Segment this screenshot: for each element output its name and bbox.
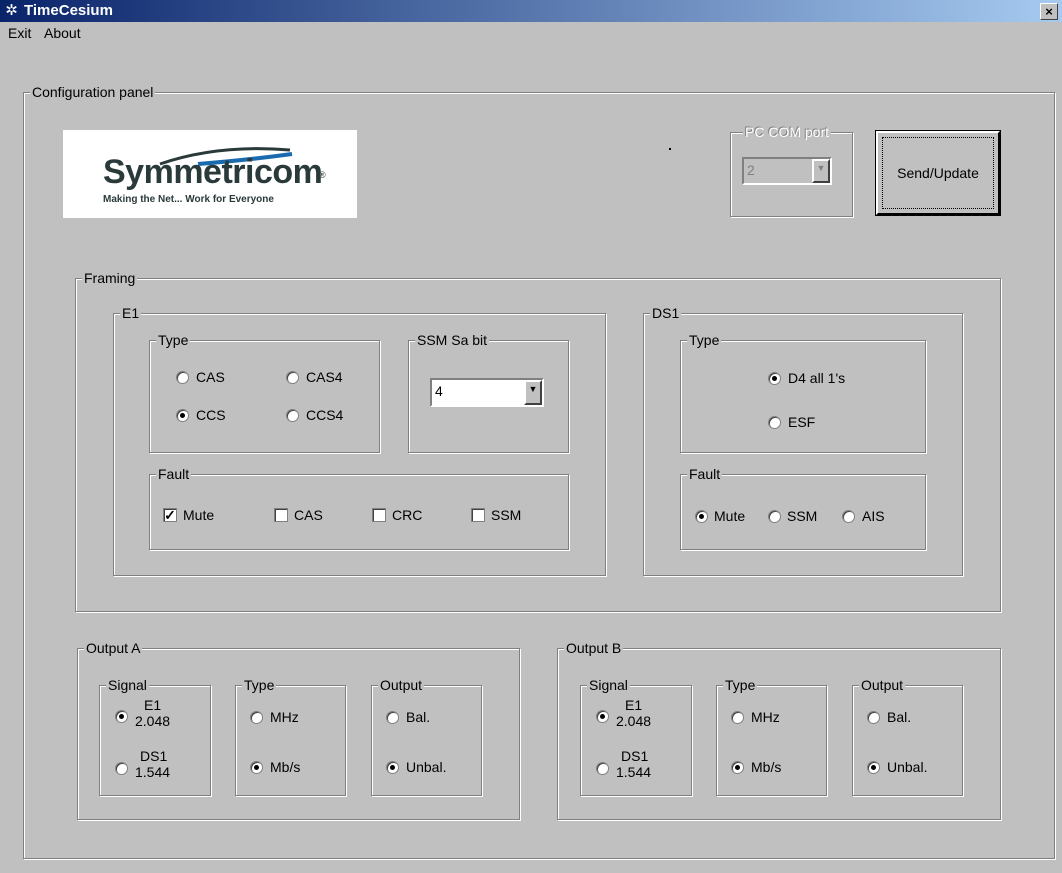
- output-b-output-group: Output: [852, 676, 963, 796]
- framing-label: Framing: [82, 269, 138, 287]
- registered-mark: ®: [319, 170, 326, 180]
- e1-type-ccs4-radio[interactable]: [286, 409, 299, 422]
- output-a-type-mbs-radio[interactable]: [250, 761, 263, 774]
- ds1-fault-ais-radio[interactable]: [842, 510, 855, 523]
- ds1-type-label: Type: [687, 331, 722, 349]
- configuration-panel-label: Configuration panel: [30, 83, 156, 101]
- e1-type-cas-label: CAS: [196, 369, 225, 385]
- output-a-type-label: Type: [242, 676, 277, 694]
- output-b-output-unbal-label: Unbal.: [887, 759, 928, 775]
- output-a-signal-ds1-radio[interactable]: [115, 762, 128, 775]
- send-update-label: Send/Update: [882, 137, 994, 209]
- output-b-signal-ds1-top: DS1: [621, 748, 649, 764]
- output-b-type-label: Type: [723, 676, 758, 694]
- output-b-output-label: Output: [859, 676, 906, 694]
- com-port-select[interactable]: 2 ▼: [742, 157, 832, 185]
- e1-type-label: Type: [156, 331, 191, 349]
- ds1-fault-label: Fault: [687, 465, 723, 483]
- output-b-type-group: Type: [716, 676, 827, 796]
- e1-type-ccs-radio[interactable]: [176, 409, 189, 422]
- output-a-label: Output A: [84, 639, 143, 657]
- ds1-fault-ais-label: AIS: [862, 508, 885, 524]
- ssm-sa-bit-label: SSM Sa bit: [415, 331, 490, 349]
- close-button[interactable]: ×: [1040, 3, 1058, 20]
- ds1-type-esf-label: ESF: [788, 414, 816, 430]
- menu-about[interactable]: About: [44, 24, 81, 42]
- app-icon: ✲: [5, 2, 18, 19]
- e1-type-cas-radio[interactable]: [176, 371, 189, 384]
- ds1-fault-mute-label: Mute: [714, 508, 746, 524]
- output-b-signal-label: Signal: [587, 676, 630, 694]
- e1-fault-cas-label: CAS: [294, 507, 323, 523]
- e1-fault-mute-checkbox[interactable]: ✓: [163, 508, 177, 522]
- e1-fault-cas-checkbox[interactable]: [274, 508, 288, 522]
- e1-type-ccs-label: CCS: [196, 407, 226, 423]
- e1-type-cas4-label: CAS4: [306, 369, 343, 385]
- output-b-output-unbal-radio[interactable]: [867, 761, 880, 774]
- output-b-signal-ds1-radio[interactable]: [596, 762, 609, 775]
- symmetricom-logo: Symmetricom ® Making the Net... Work for…: [63, 130, 357, 218]
- pc-com-port-label: PC COM port: [743, 123, 832, 141]
- com-port-value: 2: [747, 162, 755, 178]
- output-a-output-bal-label: Bal.: [406, 709, 431, 725]
- output-a-type-mhz-label: MHz: [270, 709, 299, 725]
- output-b-type-mhz-radio[interactable]: [731, 711, 744, 724]
- e1-fault-label: Fault: [156, 465, 192, 483]
- separator-dot: [669, 148, 671, 150]
- e1-fault-ssm-label: SSM: [491, 507, 522, 523]
- output-a-output-group: Output: [371, 676, 482, 796]
- output-a-type-mbs-label: Mb/s: [270, 759, 301, 775]
- output-a-output-unbal-label: Unbal.: [406, 759, 447, 775]
- window-title: TimeCesium: [24, 2, 113, 19]
- output-b-output-bal-radio[interactable]: [867, 711, 880, 724]
- logo-tagline: Making the Net... Work for Everyone: [103, 194, 274, 205]
- output-a-signal-e1-bottom: 2.048: [135, 713, 171, 729]
- chevron-down-icon[interactable]: ▼: [524, 380, 542, 405]
- title-bar: ✲ TimeCesium ×: [0, 0, 1062, 22]
- output-b-signal-e1-top: E1: [625, 697, 643, 713]
- menu-bar: [0, 22, 1062, 46]
- output-b-type-mhz-label: MHz: [751, 709, 780, 725]
- menu-exit[interactable]: Exit: [8, 24, 31, 42]
- e1-fault-crc-checkbox[interactable]: [372, 508, 386, 522]
- ds1-type-group: Type: [680, 331, 926, 453]
- e1-type-cas4-radio[interactable]: [286, 371, 299, 384]
- output-a-signal-e1-radio[interactable]: [115, 710, 128, 723]
- e1-fault-mute-label: Mute: [183, 507, 215, 523]
- ds1-fault-mute-radio[interactable]: [695, 510, 708, 523]
- e1-type-group: Type: [149, 331, 380, 453]
- output-b-type-mbs-label: Mb/s: [751, 759, 782, 775]
- ds1-fault-ssm-radio[interactable]: [768, 510, 781, 523]
- ds1-type-d4-label: D4 all 1's: [788, 370, 846, 386]
- output-a-output-bal-radio[interactable]: [386, 711, 399, 724]
- e1-label: E1: [120, 304, 142, 322]
- output-b-signal-e1-radio[interactable]: [596, 710, 609, 723]
- chevron-down-icon[interactable]: ▼: [812, 159, 830, 183]
- output-a-type-group: Type: [235, 676, 346, 796]
- send-update-button[interactable]: Send/Update: [875, 130, 1001, 216]
- output-a-output-unbal-radio[interactable]: [386, 761, 399, 774]
- output-b-signal-e1-bottom: 2.048: [616, 713, 652, 729]
- e1-fault-crc-label: CRC: [392, 507, 423, 523]
- ssm-sa-bit-select[interactable]: 4 ▼: [430, 378, 544, 407]
- output-a-signal-e1-top: E1: [144, 697, 162, 713]
- e1-fault-ssm-checkbox[interactable]: [471, 508, 485, 522]
- output-b-label: Output B: [564, 639, 624, 657]
- ssm-sa-bit-value: 4: [435, 383, 443, 399]
- output-a-signal-ds1-top: DS1: [140, 748, 168, 764]
- ds1-type-esf-radio[interactable]: [768, 416, 781, 429]
- ds1-type-d4-radio[interactable]: [768, 372, 781, 385]
- output-a-signal-ds1-bottom: 1.544: [135, 764, 171, 780]
- output-b-output-bal-label: Bal.: [887, 709, 912, 725]
- ds1-fault-ssm-label: SSM: [787, 508, 818, 524]
- output-b-signal-ds1-bottom: 1.544: [616, 764, 652, 780]
- e1-type-ccs4-label: CCS4: [306, 407, 344, 423]
- logo-wordmark: Symmetricom: [103, 153, 323, 191]
- output-a-signal-label: Signal: [106, 676, 149, 694]
- output-a-type-mhz-radio[interactable]: [250, 711, 263, 724]
- ds1-label: DS1: [650, 304, 682, 322]
- output-b-type-mbs-radio[interactable]: [731, 761, 744, 774]
- output-a-output-label: Output: [378, 676, 425, 694]
